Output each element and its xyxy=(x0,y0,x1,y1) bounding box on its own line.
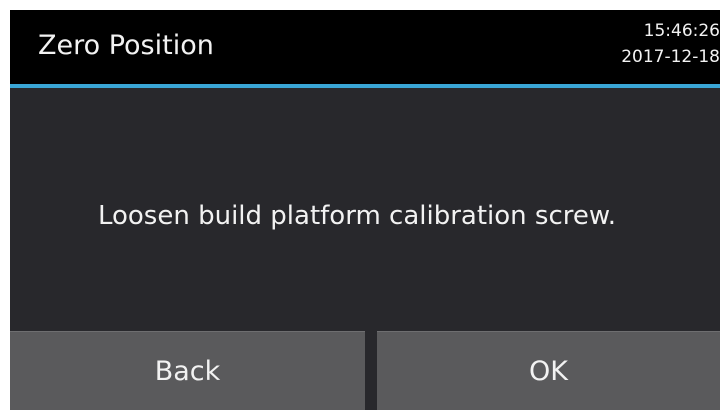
header-bar: Zero Position 15:46:26 2017-12-18 xyxy=(10,10,720,84)
date-display: 2017-12-18 xyxy=(621,47,720,67)
page-title: Zero Position xyxy=(38,30,214,61)
time-display: 15:46:26 xyxy=(643,21,720,41)
header-divider xyxy=(10,84,720,88)
ok-button-label: OK xyxy=(529,355,568,387)
clock: 15:46:26 2017-12-18 xyxy=(621,18,720,70)
ok-button[interactable]: OK xyxy=(377,331,720,410)
touch-screen: Zero Position 15:46:26 2017-12-18 Loosen… xyxy=(10,10,720,410)
instruction-message: Loosen build platform calibration screw. xyxy=(97,201,617,231)
back-button[interactable]: Back xyxy=(10,331,365,410)
back-button-label: Back xyxy=(154,355,221,387)
